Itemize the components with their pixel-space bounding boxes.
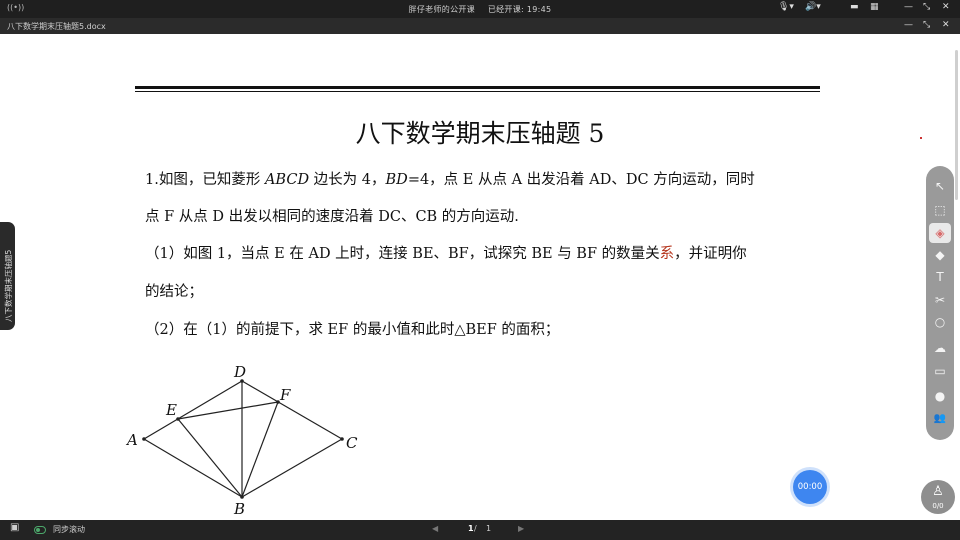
class-status: 已经开课: 19:45 — [487, 5, 552, 14]
doc-restore-button[interactable]: ⤡ — [923, 20, 930, 30]
app-title-bar: ((•)) 胖仔老师的公开课 已经开课: 19:45 🎙▾ 🔊▾ ▬ ▦ — ⤡… — [0, 0, 960, 18]
doc-minimize-button[interactable]: — — [904, 20, 913, 30]
highlighter-icon[interactable]: ◆ — [929, 245, 951, 265]
segment-DC — [241, 380, 343, 440]
close-button[interactable]: ✕ — [942, 2, 950, 12]
pointer-icon[interactable]: ↖ — [929, 176, 951, 196]
document-page[interactable]: 八下数学期末压轴题 5 1.如图，已知菱形 ABCD 边长为 4，BD=4，点 … — [0, 34, 960, 520]
sync-scroll-toggle[interactable] — [34, 526, 46, 534]
doc-close-button[interactable]: ✕ — [942, 20, 950, 30]
segment-CB — [241, 438, 343, 498]
microphone-icon[interactable]: 🎙▾ — [778, 2, 794, 12]
annotation-toolbar: ↖ ⬚ ◈ ◆ T ✂ ○ ☁ ▭ ● 👥 — [926, 166, 954, 440]
label-F: F — [279, 386, 291, 404]
question-1-line-2: 的结论； — [145, 284, 203, 300]
label-B: B — [233, 500, 245, 518]
problem-line-1: 1.如图，已知菱形 ABCD 边长为 4，BD=4，点 E 从点 A 出发沿着 … — [145, 172, 755, 188]
problem-line-2: 点 F 从点 D 出发以相同的速度沿着 DC、CB 的方向运动. — [145, 209, 519, 225]
timer-button[interactable]: 00:00 — [793, 470, 827, 504]
prev-page-icon[interactable]: ◀ — [432, 524, 438, 533]
view-mode-icon[interactable]: ▣ — [10, 522, 19, 533]
side-tab-label: 八下数学期末压轴题5 — [4, 249, 13, 322]
label-C: C — [346, 434, 358, 452]
toolbox-icon[interactable]: ▭ — [929, 361, 951, 381]
segment-AD — [143, 380, 243, 440]
scissors-icon[interactable]: ✂ — [929, 290, 951, 310]
chat-icon[interactable]: ● — [929, 386, 951, 406]
label-D: D — [233, 364, 246, 381]
header-rule-thick — [135, 86, 820, 89]
bottom-status-bar: ▣ 同步滚动 ◀ 1 / 1 ▶ — [0, 520, 960, 540]
screen-icon[interactable]: ▬ — [850, 2, 859, 12]
rhombus-figure: A B C D E F — [125, 364, 358, 518]
course-name: 胖仔老师的公开课 — [408, 5, 475, 14]
minimize-button[interactable]: — — [904, 2, 913, 12]
current-page: 1 — [468, 524, 474, 533]
page-separator: / — [474, 524, 477, 533]
grid-layout-icon[interactable]: ▦ — [870, 2, 879, 12]
cloud-icon[interactable]: ☁ — [929, 338, 951, 358]
document-title: 八下数学期末压轴题 5 — [355, 119, 605, 148]
sync-scroll-label: 同步滚动 — [53, 525, 85, 534]
restore-button[interactable]: ⤡ — [923, 2, 930, 12]
seat-icon: ♙ — [932, 484, 944, 499]
seat-count: 0/0 — [932, 502, 944, 510]
document-filename: 八下数学期末压轴题5.docx — [7, 22, 106, 31]
header-rule-thin — [135, 91, 820, 92]
vertical-scrollbar[interactable] — [955, 50, 958, 200]
segment-BF — [241, 401, 279, 498]
segment-BE — [177, 418, 243, 498]
eraser-icon[interactable]: ◈ — [929, 223, 951, 243]
document-tab-bar: 八下数学期末压轴题5.docx — ⤡ ✕ — [0, 18, 960, 34]
next-page-icon[interactable]: ▶ — [518, 524, 524, 533]
select-area-icon[interactable]: ⬚ — [929, 200, 951, 220]
label-A: A — [125, 431, 138, 449]
shape-icon[interactable]: ○ — [929, 312, 951, 332]
speaker-icon[interactable]: 🔊▾ — [805, 2, 821, 12]
text-icon[interactable]: T — [929, 267, 951, 287]
segment-BA — [143, 438, 243, 498]
question-1-line-1: （1）如图 1，当点 E 在 AD 上时，连接 BE、BF，试探究 BE 与 B… — [145, 246, 747, 262]
label-E: E — [165, 401, 177, 419]
users-icon[interactable]: 👥 — [929, 409, 951, 429]
annotation-dot — [920, 137, 922, 139]
document-side-tab[interactable]: 八下数学期末压轴题5 — [0, 222, 15, 330]
question-2: （2）在（1）的前提下，求 EF 的最小值和此时△BEF 的面积； — [145, 322, 560, 338]
seat-button[interactable]: ♙ 0/0 — [921, 480, 955, 514]
highlighted-char: 系 — [659, 246, 675, 262]
total-pages: 1 — [486, 524, 492, 533]
